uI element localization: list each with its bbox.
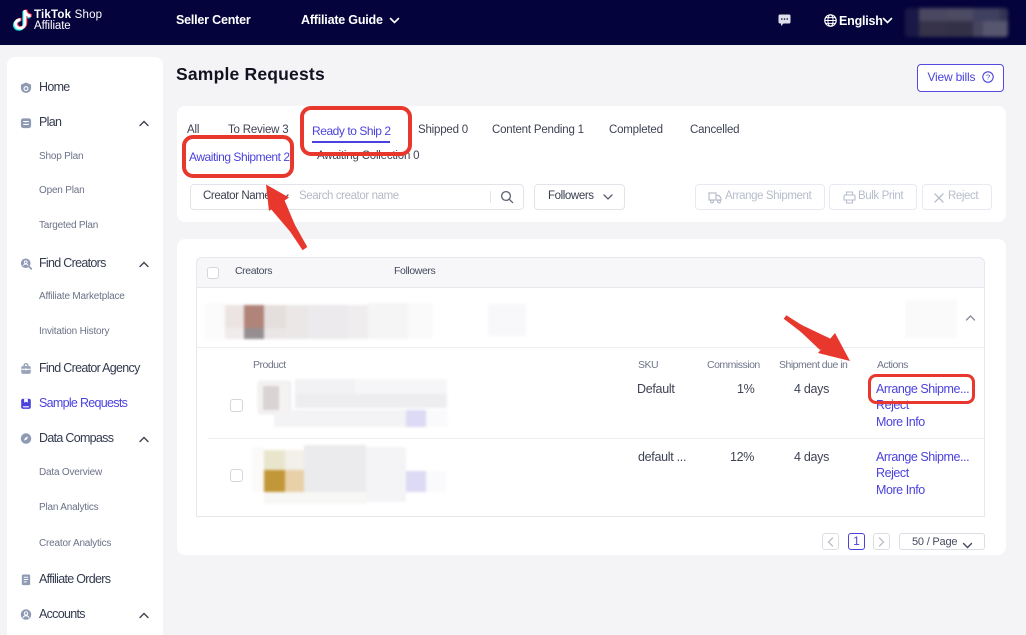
svg-text:?: ? bbox=[986, 73, 990, 82]
